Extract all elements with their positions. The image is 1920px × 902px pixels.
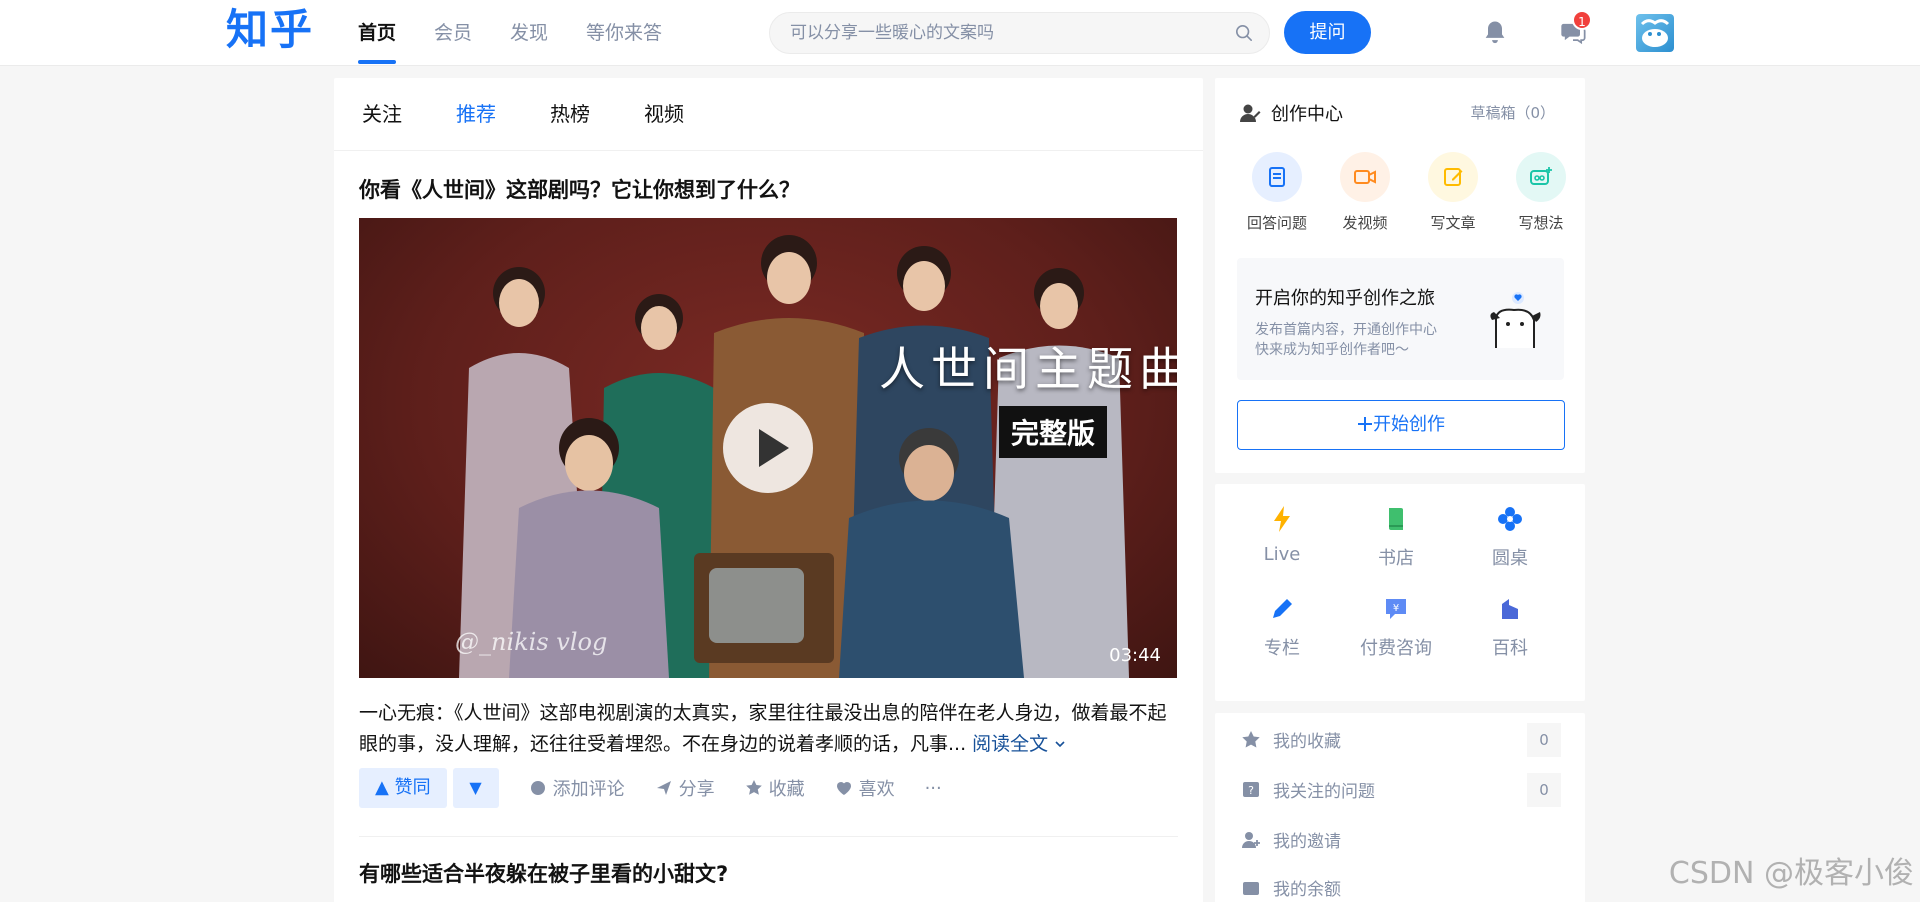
- services-grid: Live 书店 圆桌 专栏 ¥ 付费咨询 百科: [1225, 504, 1567, 660]
- comment-button[interactable]: 添加评论: [529, 775, 625, 801]
- top-header: 知乎 首页 会员 发现 等你来答 提问 1: [0, 0, 1920, 66]
- service-roundtable[interactable]: 圆桌: [1453, 504, 1567, 570]
- share-button[interactable]: 分享: [655, 775, 715, 801]
- followed-questions-count: 0: [1527, 772, 1561, 807]
- creation-actions: 回答问题 发视频 写文章 写想法: [1233, 152, 1585, 233]
- service-paid-consult[interactable]: ¥ 付费咨询: [1339, 594, 1453, 660]
- encyclopedia-icon: [1502, 599, 1518, 619]
- play-icon[interactable]: [723, 403, 813, 493]
- question-icon: ?: [1243, 781, 1259, 797]
- search-box: [769, 12, 1270, 54]
- downvote-button[interactable]: ▼: [452, 768, 499, 808]
- message-badge: 1: [1572, 10, 1592, 30]
- answer-icon: [1252, 152, 1302, 202]
- tab-hot-list[interactable]: 热榜: [550, 78, 590, 150]
- tab-recommend[interactable]: 推荐: [456, 78, 496, 150]
- favorites-count: 0: [1527, 722, 1561, 757]
- feed-tabs: 关注 推荐 热榜 视频: [334, 78, 1203, 151]
- search-input[interactable]: [790, 13, 1220, 53]
- search-icon[interactable]: [1235, 24, 1253, 42]
- service-encyclopedia[interactable]: 百科: [1453, 594, 1567, 660]
- video-camera-icon: [1340, 152, 1390, 202]
- svg-text:?: ?: [1248, 784, 1254, 797]
- video-duration: 03:44: [1109, 645, 1161, 666]
- nav-vip[interactable]: 会员: [434, 0, 472, 66]
- user-avatar[interactable]: [1636, 14, 1674, 52]
- main-nav: 首页 会员 发现 等你来答: [358, 0, 700, 66]
- feed-item-title[interactable]: 有哪些适合半夜躲在被子里看的小甜文?: [359, 859, 1178, 889]
- drafts-link[interactable]: 草稿箱（0）: [1470, 102, 1555, 123]
- wallet-icon: [1243, 881, 1259, 895]
- feed-item: 你看《人世间》这部剧吗？它让你想到了什么？ 人世间主题曲 完整版 @_nikis…: [334, 151, 1203, 837]
- feed-item-title[interactable]: 你看《人世间》这部剧吗？它让你想到了什么？: [359, 175, 1178, 205]
- lightning-icon: [1274, 506, 1290, 532]
- upvote-button[interactable]: ▲ 赞同: [359, 768, 447, 808]
- creation-center-card: 创作中心 草稿箱（0） 回答问题 发视频 写文章 写想法 开启你的知乎创作之旅 …: [1215, 78, 1585, 473]
- creator-icon: [1240, 104, 1261, 122]
- heart-icon: [836, 782, 851, 795]
- my-invitations-link[interactable]: 我的邀请: [1241, 827, 1561, 852]
- roundtable-icon: [1498, 507, 1522, 531]
- video-player[interactable]: 人世间主题曲 完整版 @_nikis vlog 03:44: [359, 218, 1177, 678]
- nav-waiting-answers[interactable]: 等你来答: [586, 0, 662, 66]
- creation-center-header[interactable]: 创作中心: [1239, 100, 1343, 126]
- read-more-link[interactable]: 阅读全文: [972, 733, 1066, 755]
- svg-text:¥: ¥: [1393, 603, 1399, 614]
- answer-question-button[interactable]: 回答问题: [1233, 152, 1321, 233]
- idea-icon: [1516, 152, 1566, 202]
- my-list-card: 我的收藏 0 ? 我关注的问题 0 我的邀请 我的余额: [1215, 713, 1585, 902]
- creator-journey-banner[interactable]: 开启你的知乎创作之旅 发布首篇内容，开通创作中心 快来成为知乎创作者吧～: [1237, 258, 1564, 380]
- consult-icon: ¥: [1386, 599, 1406, 619]
- edit-article-icon: [1428, 152, 1478, 202]
- video-watermark: @_nikis vlog: [455, 628, 608, 656]
- tab-follow[interactable]: 关注: [362, 78, 402, 150]
- service-live[interactable]: Live: [1225, 504, 1339, 570]
- video-overlay-tag: 完整版: [999, 406, 1108, 458]
- feed-item: 有哪些适合半夜躲在被子里看的小甜文?: [334, 837, 1203, 889]
- post-video-button[interactable]: 发视频: [1321, 152, 1409, 233]
- my-favorites-link[interactable]: 我的收藏 0: [1241, 722, 1561, 757]
- feed-item-excerpt[interactable]: 一心无痕：《人世间》这部电视剧演的太真实，家里往往最没出息的陪伴在老人身边，做着…: [359, 698, 1177, 760]
- share-icon: [656, 781, 671, 795]
- mascot-illustration: [1490, 292, 1541, 348]
- star-icon: [745, 780, 762, 795]
- chevron-down-icon: [1055, 741, 1065, 748]
- service-column[interactable]: 专栏: [1225, 594, 1339, 660]
- plus-icon: [1358, 417, 1372, 431]
- journey-description: 发布首篇内容，开通创作中心 快来成为知乎创作者吧～: [1255, 322, 1437, 358]
- zhihu-logo[interactable]: 知乎: [226, 6, 314, 54]
- service-bookstore[interactable]: 书店: [1339, 504, 1453, 570]
- nav-home[interactable]: 首页: [358, 0, 397, 66]
- start-creating-button[interactable]: 开始创作: [1237, 400, 1565, 450]
- followed-questions-link[interactable]: ? 我关注的问题 0: [1241, 772, 1561, 807]
- tab-video[interactable]: 视频: [644, 78, 684, 150]
- notification-bell-icon[interactable]: [1481, 18, 1509, 46]
- write-article-button[interactable]: 写文章: [1409, 152, 1497, 233]
- video-overlay-title: 人世间主题曲: [879, 342, 1177, 396]
- journey-title: 开启你的知乎创作之旅: [1255, 288, 1435, 309]
- csdn-watermark: CSDN @极客小俊: [1668, 856, 1914, 891]
- write-idea-button[interactable]: 写想法: [1497, 152, 1585, 233]
- more-button[interactable]: ···: [925, 778, 942, 799]
- feed-item-actions: ▲ 赞同 ▼ 添加评论 分享 收藏 喜欢 ···: [359, 768, 1178, 808]
- comment-icon: [530, 781, 545, 795]
- services-card: Live 书店 圆桌 专栏 ¥ 付费咨询 百科: [1215, 484, 1585, 701]
- book-icon: [1389, 508, 1403, 530]
- like-button[interactable]: 喜欢: [835, 775, 895, 801]
- my-balance-link[interactable]: 我的余额: [1241, 875, 1561, 900]
- add-user-icon: [1242, 831, 1260, 848]
- star-icon: [1242, 730, 1260, 747]
- pen-icon: [1273, 599, 1292, 618]
- ask-question-button[interactable]: 提问: [1284, 11, 1371, 54]
- favorite-button[interactable]: 收藏: [745, 775, 805, 801]
- feed-card: 关注 推荐 热榜 视频 你看《人世间》这部剧吗？它让你想到了什么？ 人世间主题曲…: [334, 78, 1203, 902]
- nav-discover[interactable]: 发现: [510, 0, 548, 66]
